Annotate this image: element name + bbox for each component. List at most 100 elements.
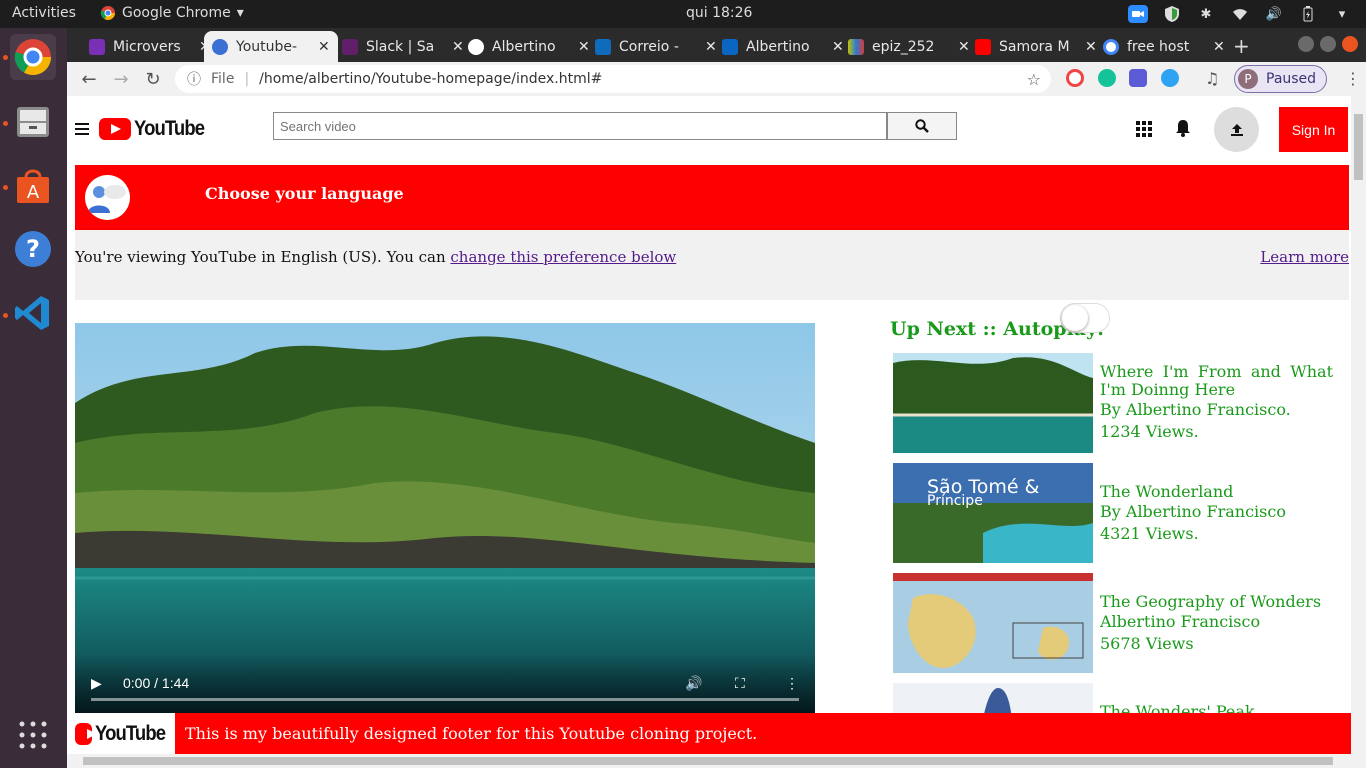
close-icon[interactable]: ✕: [1213, 39, 1225, 55]
back-arrow-icon[interactable]: ←: [77, 67, 101, 91]
logo-text: YouTube: [134, 117, 205, 140]
tab-linkedin[interactable]: Albertino ✕: [714, 31, 852, 62]
tab-free-hosting[interactable]: free host ✕: [1095, 31, 1233, 62]
avatar: P: [1238, 69, 1258, 89]
dock-software[interactable]: A: [10, 162, 56, 208]
scrollbar-thumb[interactable]: [1354, 114, 1363, 180]
language-info: You're viewing YouTube in English (US). …: [75, 230, 1349, 300]
tab-youtube-homepage[interactable]: Youtube- ✕: [204, 31, 338, 62]
yt-header: YouTube Sign In: [67, 96, 1351, 162]
more-vert-icon[interactable]: ⋮: [785, 675, 799, 692]
browser-toolbar: ← → ↻ ⓘ File | /home/albertino/Youtube-h…: [67, 62, 1366, 96]
apps-grid-icon[interactable]: [1136, 121, 1152, 137]
activities-button[interactable]: Activities: [12, 5, 76, 21]
tab-epiz[interactable]: epiz_252 ✕: [840, 31, 978, 62]
tab-outlook[interactable]: Correio - ✕: [587, 31, 725, 62]
running-indicator: [3, 55, 8, 60]
footer-youtube-logo[interactable]: YouTube: [75, 713, 175, 754]
reload-icon[interactable]: ↻: [141, 67, 165, 91]
upload-icon: [1230, 123, 1243, 136]
window-controls: [1298, 36, 1358, 52]
app-menu-label: Google Chrome: [122, 5, 231, 21]
list-item[interactable]: Where I'm From and What I'm Doinng Here …: [893, 353, 1333, 453]
video-thumbnail[interactable]: [893, 573, 1093, 673]
info-icon[interactable]: ⓘ: [187, 69, 201, 89]
language-banner: Choose your language: [75, 165, 1349, 230]
page-viewport: YouTube Sign In Choose your language You…: [67, 96, 1351, 754]
list-item[interactable]: São Tomé & Príncipe The Wonderland By Alb…: [893, 463, 1333, 563]
horizontal-scrollbar[interactable]: [67, 754, 1366, 768]
close-window-button[interactable]: [1342, 36, 1358, 52]
minimize-button[interactable]: [1298, 36, 1314, 52]
video-progress-bar[interactable]: [91, 698, 799, 701]
forward-arrow-icon[interactable]: →: [109, 67, 133, 91]
bookmark-star-icon[interactable]: ☆: [1027, 70, 1041, 89]
video-controls: ▶ 0:00 / 1:44 🔊 ⛶ ⋮: [75, 653, 815, 713]
address-bar[interactable]: ⓘ File | /home/albertino/Youtube-homepag…: [175, 65, 1051, 93]
media-controls-icon[interactable]: ♫: [1205, 69, 1223, 88]
dock-vscode[interactable]: [10, 290, 56, 336]
running-indicator: [3, 121, 8, 126]
extension-arrow-icon[interactable]: [1161, 69, 1179, 87]
hosting-icon: [848, 38, 864, 55]
video-thumbnail[interactable]: [893, 353, 1093, 453]
profile-button[interactable]: P Paused: [1234, 65, 1327, 93]
close-icon[interactable]: ✕: [318, 39, 330, 55]
sign-in-button[interactable]: Sign In: [1279, 107, 1348, 152]
fullscreen-icon[interactable]: ⛶: [735, 675, 745, 692]
dock-help[interactable]: ?: [10, 226, 56, 272]
tab-youtube-samora[interactable]: Samora M ✕: [967, 31, 1105, 62]
dock-chrome[interactable]: [10, 34, 56, 80]
change-preference-link[interactable]: change this preference below: [450, 248, 676, 266]
menu-icon[interactable]: [75, 123, 89, 138]
video-author: By Albertino Francisco: [1100, 502, 1286, 521]
video-player[interactable]: ▶ 0:00 / 1:44 🔊 ⛶ ⋮: [75, 323, 815, 713]
youtube-logo[interactable]: YouTube: [99, 117, 214, 141]
wifi-icon[interactable]: [1230, 4, 1250, 24]
dock-files[interactable]: [10, 98, 56, 144]
more-vert-icon[interactable]: ⋮: [1345, 69, 1361, 88]
play-icon[interactable]: ▶: [91, 675, 102, 692]
running-indicator: [3, 185, 8, 190]
extension-zoom-icon[interactable]: [1129, 69, 1147, 87]
url-text[interactable]: /home/albertino/Youtube-homepage/index.h…: [259, 71, 602, 87]
battery-icon[interactable]: [1298, 4, 1318, 24]
video-title[interactable]: Where I'm From and What I'm Doinng Here: [1100, 363, 1333, 399]
bell-icon[interactable]: [1175, 119, 1191, 141]
volume-icon[interactable]: 🔊: [685, 675, 702, 692]
slack-icon[interactable]: ✱: [1196, 4, 1216, 24]
extension-grammarly-icon[interactable]: [1098, 69, 1116, 87]
tab-label: Microvers: [113, 38, 181, 55]
chevron-down-icon[interactable]: ▾: [1332, 4, 1352, 24]
learn-more-link[interactable]: Learn more: [1260, 248, 1349, 266]
video-views: 5678 Views: [1100, 634, 1194, 653]
clock[interactable]: qui 18:26: [686, 5, 752, 21]
autoplay-toggle[interactable]: [1060, 303, 1110, 333]
toggle-knob: [1062, 305, 1088, 331]
show-applications-button[interactable]: [10, 712, 56, 758]
scrollbar-thumb[interactable]: [83, 757, 1333, 765]
list-item[interactable]: The Geography of Wonders Albertino Franc…: [893, 573, 1333, 673]
new-tab-button[interactable]: +: [1233, 34, 1250, 58]
video-thumbnail[interactable]: São Tomé & Príncipe: [893, 463, 1093, 563]
zoom-icon[interactable]: [1128, 4, 1148, 24]
upload-button[interactable]: [1214, 107, 1259, 152]
shield-icon[interactable]: [1162, 4, 1182, 24]
search-button[interactable]: [887, 112, 957, 140]
search-input[interactable]: [273, 112, 887, 140]
video-title[interactable]: The Wonderland: [1100, 483, 1333, 501]
tab-microverse[interactable]: Microvers✕: [81, 31, 219, 62]
tab-label: Correio -: [619, 38, 679, 55]
vertical-scrollbar[interactable]: [1351, 96, 1366, 754]
volume-icon[interactable]: 🔊: [1264, 4, 1284, 24]
dock: A ?: [0, 28, 67, 768]
extension-lastpass-icon[interactable]: [1066, 69, 1084, 87]
maximize-button[interactable]: [1320, 36, 1336, 52]
video-title[interactable]: The Geography of Wonders: [1100, 593, 1333, 611]
footer-text: This is my beautifully designed footer f…: [185, 724, 758, 743]
tab-github[interactable]: Albertino ✕: [460, 31, 598, 62]
globe-icon: [212, 38, 228, 55]
tab-slack[interactable]: Slack | Sa ✕: [334, 31, 472, 62]
system-tray[interactable]: ✱ 🔊 ▾: [1128, 4, 1352, 24]
app-menu[interactable]: Google Chrome ▾: [100, 5, 244, 21]
